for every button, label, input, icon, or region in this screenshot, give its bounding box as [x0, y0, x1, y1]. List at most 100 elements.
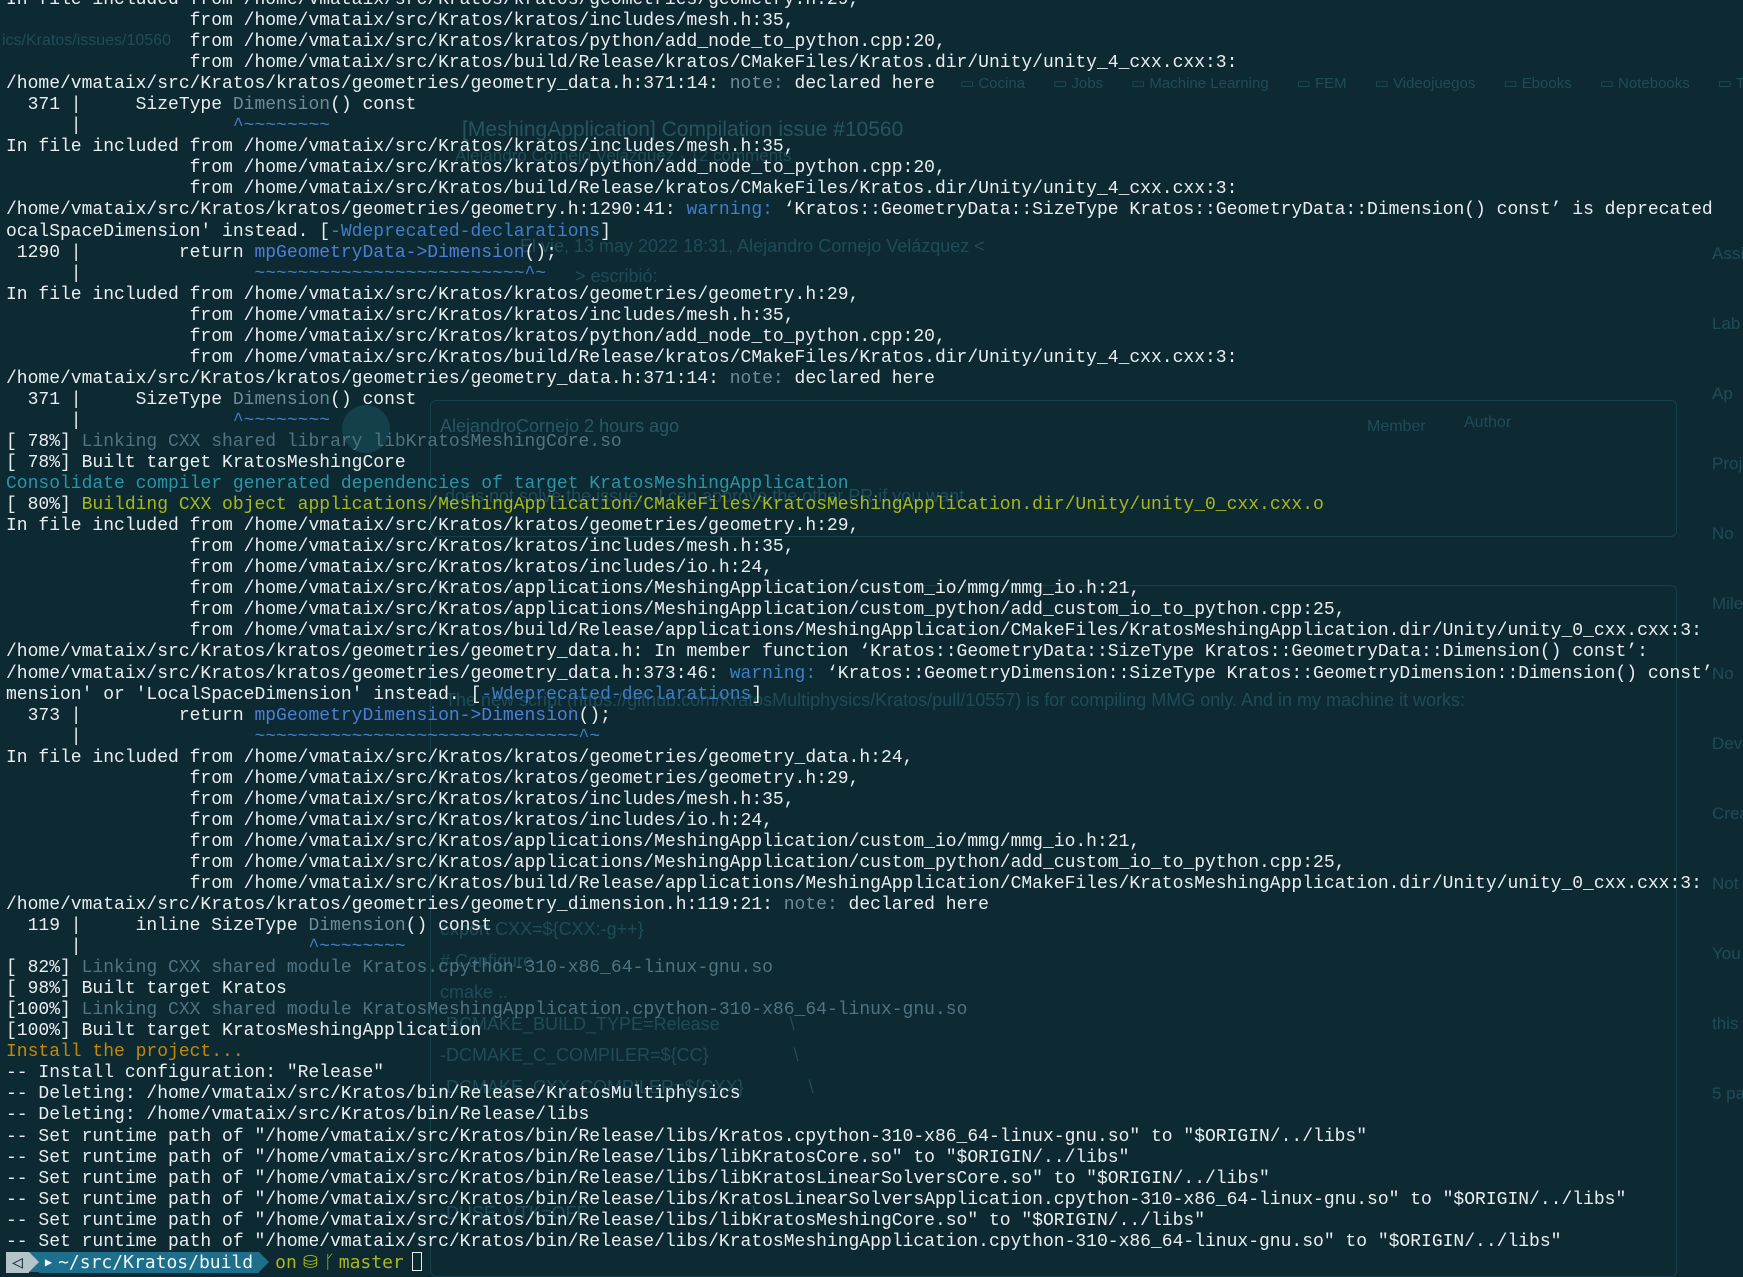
terminal-text-span: ‘Kratos::GeometryDimension::SizeType Kra… [816, 663, 1713, 684]
terminal-line: from /home/vmataix/src/Kratos/kratos/inc… [6, 537, 1713, 558]
terminal-line: -- Set runtime path of "/home/vmataix/sr… [6, 1169, 1713, 1190]
terminal-text-span: [100%] [6, 1000, 82, 1021]
terminal-line: from /home/vmataix/src/Kratos/kratos/geo… [6, 769, 1713, 790]
terminal-text-span: | [6, 410, 233, 431]
terminal-line: from /home/vmataix/src/Kratos/build/Rele… [6, 179, 1713, 200]
terminal-text-span: from /home/vmataix/src/Kratos/build/Rele… [6, 347, 1238, 368]
terminal-line: In file included from /home/vmataix/src/… [6, 516, 1713, 537]
terminal-text-span: ^~~~~~~~~ [232, 116, 331, 137]
ghost-sidebar-fragment: Not [1712, 874, 1739, 893]
terminal-text-span: [ 98%] Built target Kratos [6, 979, 287, 1000]
terminal-text-span: from /home/vmataix/src/Kratos/kratos/inc… [6, 537, 795, 558]
terminal-text-span: ^~~~~~~~~ [232, 410, 331, 431]
terminal-text-span: 371 | SizeType [6, 389, 233, 410]
terminal-text-span: ^~~~~~~~~ [308, 937, 406, 958]
ghost-sidebar-fragment: Assi [1712, 244, 1743, 263]
terminal-text-span: 1290 | return [6, 242, 255, 263]
terminal-line: from /home/vmataix/src/Kratos/applicatio… [6, 832, 1713, 853]
terminal-line: from /home/vmataix/src/Kratos/applicatio… [6, 579, 1713, 600]
terminal-text-span: [100%] Built target KratosMeshingApplica… [6, 1021, 482, 1042]
segment-separator-icon [28, 1252, 39, 1272]
terminal-text-span: -- Set runtime path of "/home/vmataix/sr… [6, 1126, 1368, 1147]
terminal-line: from /home/vmataix/src/Kratos/kratos/inc… [6, 11, 1713, 32]
terminal-line: [ 80%] Building CXX object applications/… [6, 495, 1713, 516]
terminal-text-span: (); [578, 705, 611, 726]
terminal-text-span: 371 | SizeType [6, 95, 233, 116]
terminal-line: from /home/vmataix/src/Kratos/build/Rele… [6, 348, 1713, 369]
terminal-text-span: | [6, 937, 309, 958]
terminal-text-span: | [6, 263, 255, 284]
terminal-line: -- Set runtime path of "/home/vmataix/sr… [6, 1190, 1713, 1211]
ghost-sidebar-fragment: Ap [1712, 384, 1733, 403]
terminal-line: [ 82%] Linking CXX shared module Kratos.… [6, 958, 1713, 979]
terminal-line: from /home/vmataix/src/Kratos/kratos/pyt… [6, 32, 1713, 53]
terminal-line: /home/vmataix/src/Kratos/kratos/geometri… [6, 200, 1713, 221]
terminal-line: -- Deleting: /home/vmataix/src/Kratos/bi… [6, 1105, 1713, 1126]
terminal-line: -- Install configuration: "Release" [6, 1063, 1713, 1084]
current-directory: ~/src/Kratos/build [58, 1252, 254, 1273]
terminal-text-span: Dimension [308, 916, 406, 937]
terminal-line: 373 | return mpGeometryDimension->Dimens… [6, 706, 1713, 727]
terminal-text-span: from /home/vmataix/src/Kratos/kratos/geo… [6, 768, 860, 789]
terminal-line: | ^~~~~~~~~ [6, 411, 1713, 432]
terminal-line: from /home/vmataix/src/Kratos/kratos/inc… [6, 558, 1713, 579]
terminal-line: /home/vmataix/src/Kratos/kratos/geometri… [6, 664, 1713, 685]
terminal-text-span: -- Set runtime path of "/home/vmataix/sr… [6, 1189, 1627, 1210]
terminal-line: from /home/vmataix/src/Kratos/applicatio… [6, 853, 1713, 874]
git-branch: master [338, 1252, 404, 1273]
terminal-text-span: In file included from /home/vmataix/src/… [6, 747, 914, 768]
terminal-text-span: [ 78%] Built target KratosMeshingCore [6, 453, 406, 474]
on-label: on [275, 1252, 297, 1273]
folder-icon: ▶ [44, 1255, 53, 1269]
terminal-line: from /home/vmataix/src/Kratos/build/Rele… [6, 874, 1713, 895]
ghost-sidebar-fragment: Proj [1712, 454, 1743, 473]
terminal-text-span: -- Set runtime path of "/home/vmataix/sr… [6, 1210, 1205, 1231]
terminal-text-span: 119 | inline SizeType [6, 916, 309, 937]
terminal-line: -- Set runtime path of "/home/vmataix/sr… [6, 1232, 1713, 1253]
terminal-line: from /home/vmataix/src/Kratos/build/Rele… [6, 621, 1713, 642]
ghost-sidebar-fragment: Lab [1712, 314, 1741, 333]
terminal-line: -- Set runtime path of "/home/vmataix/sr… [6, 1148, 1713, 1169]
terminal-text-span: [ 80%] [6, 495, 82, 516]
terminal-line: from /home/vmataix/src/Kratos/kratos/inc… [6, 811, 1713, 832]
terminal-text-span: -Wdeprecated-declarations [330, 221, 601, 242]
terminal-line: 371 | SizeType Dimension() const [6, 95, 1713, 116]
terminal-line: 371 | SizeType Dimension() const [6, 390, 1713, 411]
branch-icon: ᚴ [323, 1252, 335, 1273]
terminal-output: In file included from /home/vmataix/src/… [6, 0, 1713, 1253]
git-icon: ⛁ [302, 1252, 318, 1273]
terminal-line: -- Set runtime path of "/home/vmataix/sr… [6, 1211, 1713, 1232]
ghost-sidebar-fragment: 5 pa [1712, 1084, 1743, 1103]
terminal-line: 1290 | return mpGeometryData->Dimension(… [6, 243, 1713, 264]
terminal-line: [100%] Linking CXX shared module KratosM… [6, 1000, 1713, 1021]
terminal-text-span: from /home/vmataix/src/Kratos/applicatio… [6, 852, 1346, 873]
terminal-text-span: [ 78%] [6, 431, 82, 452]
terminal-text-span: | [6, 116, 233, 137]
terminal-text-span: In file included from /home/vmataix/src/… [6, 0, 860, 10]
terminal-line: /home/vmataix/src/Kratos/kratos/geometri… [6, 642, 1713, 663]
terminal-text-span: Linking CXX shared module KratosMeshingA… [81, 1000, 968, 1021]
terminal-line: [ 78%] Linking CXX shared library libKra… [6, 432, 1713, 453]
os-segment: ◁ [6, 1252, 29, 1273]
terminal-line: | ^~~~~~~~~ [6, 116, 1713, 137]
terminal-text-span: ~~~~~~~~~~~~~~~~~~~~~~~~~^~ [254, 263, 547, 284]
terminal-line: | ~~~~~~~~~~~~~~~~~~~~~~~~~^~ [6, 264, 1713, 285]
terminal-text-span: /home/vmataix/src/Kratos/kratos/geometri… [6, 200, 687, 221]
ghost-sidebar-fragment: Mile [1712, 594, 1743, 613]
terminal-text-span: mpGeometryDimension->Dimension [254, 705, 579, 726]
terminal-text-span: declared here [837, 895, 989, 916]
terminal-line: In file included from /home/vmataix/src/… [6, 748, 1713, 769]
terminal-text-span: -- Deleting: /home/vmataix/src/Kratos/bi… [6, 1084, 741, 1105]
terminal-text-span: from /home/vmataix/src/Kratos/kratos/inc… [6, 789, 795, 810]
terminal-line: from /home/vmataix/src/Kratos/kratos/pyt… [6, 327, 1713, 348]
terminal-line: Consolidate compiler generated dependenc… [6, 474, 1713, 495]
terminal-line: In file included from /home/vmataix/src/… [6, 285, 1713, 306]
terminal-cursor[interactable] [411, 1252, 422, 1271]
terminal-line: from /home/vmataix/src/Kratos/build/Rele… [6, 53, 1713, 74]
terminal-text-span: ~~~~~~~~~~~~~~~~~~~~~~~~~~~~~~^~ [254, 726, 601, 747]
terminal-line: | ~~~~~~~~~~~~~~~~~~~~~~~~~~~~~~^~ [6, 727, 1713, 748]
terminal-text-span: from /home/vmataix/src/Kratos/kratos/inc… [6, 11, 795, 32]
terminal-text-span: -- Set runtime path of "/home/vmataix/sr… [6, 1147, 1130, 1168]
terminal-text-span: mension' or 'LocalSpaceDimension' instea… [6, 684, 482, 705]
terminal-text-span: warning: [686, 200, 773, 221]
